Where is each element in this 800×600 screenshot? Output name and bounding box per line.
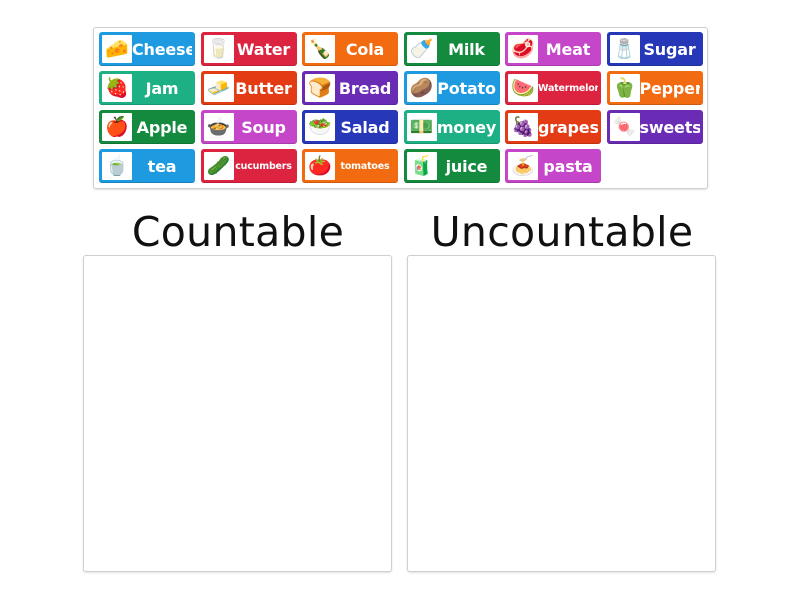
soup-icon: 🍲 bbox=[203, 113, 234, 141]
uncountable-heading: Uncountable bbox=[430, 208, 694, 256]
tile-label: cucumbers bbox=[235, 160, 292, 172]
tile-label: Butter bbox=[235, 78, 292, 98]
tile-label: Potato bbox=[437, 78, 496, 98]
countable-heading: Countable bbox=[131, 208, 345, 256]
word-tile-pepper[interactable]: 🫑 Pepper bbox=[606, 71, 703, 105]
jam-icon: 🍓 bbox=[102, 74, 132, 102]
milk-bottle-icon: 🍼 bbox=[406, 35, 437, 63]
word-tile-cheese[interactable]: 🧀 Cheese bbox=[99, 32, 195, 66]
tile-label: Cola bbox=[345, 39, 385, 59]
word-tile-meat[interactable]: 🥩 Meat bbox=[505, 32, 601, 66]
sugar-icon: 🧂 bbox=[609, 35, 640, 63]
grapes-icon: 🍇 bbox=[508, 113, 538, 141]
butter-icon: 🧈 bbox=[203, 74, 234, 102]
pasta-icon: 🍝 bbox=[508, 152, 538, 180]
word-tile-cola[interactable]: 🍾 Cola bbox=[302, 32, 398, 66]
tomato-icon: 🍅 bbox=[305, 152, 335, 180]
salad-icon: 🥗 bbox=[305, 113, 335, 141]
tile-label: Soup bbox=[241, 117, 286, 137]
tile-label: Water bbox=[236, 39, 291, 59]
tile-label: Pepper bbox=[639, 78, 700, 98]
word-tile-salad[interactable]: 🥗 Salad bbox=[302, 110, 398, 144]
juice-bottle-icon: 🧃 bbox=[406, 152, 437, 180]
word-tile-tea[interactable]: 🍵 tea bbox=[99, 149, 195, 183]
word-tile-pasta[interactable]: 🍝 pasta bbox=[505, 149, 601, 183]
word-tile-tomatoes[interactable]: 🍅 tomatoes bbox=[302, 149, 398, 183]
tile-label: Jam bbox=[145, 78, 179, 98]
money-icon: 💵 bbox=[406, 113, 437, 141]
word-tile-bread[interactable]: 🍞 Bread bbox=[302, 71, 398, 105]
tile-label: sweets bbox=[639, 117, 700, 137]
tile-label: pasta bbox=[543, 156, 593, 176]
word-tile-sweets[interactable]: 🍬 sweets bbox=[606, 110, 703, 144]
tile-label: Meat bbox=[545, 39, 591, 59]
tile-label: Apple bbox=[136, 117, 188, 137]
word-tile-milk[interactable]: 🍼 Milk bbox=[403, 32, 500, 66]
tile-label: Sugar bbox=[643, 39, 696, 59]
tile-label: Bread bbox=[338, 78, 392, 98]
word-tile-cucumbers[interactable]: 🥒 cucumbers bbox=[200, 149, 297, 183]
tile-label: Salad bbox=[340, 117, 390, 137]
word-tile-potato[interactable]: 🥔 Potato bbox=[403, 71, 500, 105]
tea-cup-icon: 🍵 bbox=[102, 152, 132, 180]
word-tile-apple[interactable]: 🍎 Apple bbox=[99, 110, 195, 144]
water-glass-icon: 🥛 bbox=[203, 35, 234, 63]
word-tile-butter[interactable]: 🧈 Butter bbox=[200, 71, 297, 105]
bread-icon: 🍞 bbox=[305, 74, 335, 102]
tile-label: tomatoes bbox=[340, 160, 390, 172]
tile-label: Cheese bbox=[132, 39, 192, 59]
word-tile-water[interactable]: 🥛 Water bbox=[200, 32, 297, 66]
tile-label: grapes bbox=[538, 117, 598, 137]
word-tile-grapes[interactable]: 🍇 grapes bbox=[505, 110, 601, 144]
tile-label: Watermelon bbox=[538, 82, 598, 94]
watermelon-icon: 🍉 bbox=[508, 74, 538, 102]
word-tile-jam[interactable]: 🍓 Jam bbox=[99, 71, 195, 105]
word-tile-money[interactable]: 💵 money bbox=[403, 110, 500, 144]
tile-label: juice bbox=[445, 156, 488, 176]
uncountable-drop-zone[interactable] bbox=[407, 255, 716, 572]
word-tile-sugar[interactable]: 🧂 Sugar bbox=[606, 32, 703, 66]
tile-label: tea bbox=[147, 156, 177, 176]
tile-label: money bbox=[436, 117, 497, 137]
cola-bottle-icon: 🍾 bbox=[305, 35, 335, 63]
tile-label: Milk bbox=[448, 39, 485, 59]
potato-icon: 🥔 bbox=[406, 74, 437, 102]
cheese-icon: 🧀 bbox=[102, 35, 132, 63]
word-tile-watermelon[interactable]: 🍉 Watermelon bbox=[505, 71, 601, 105]
apple-icon: 🍎 bbox=[102, 113, 132, 141]
meat-icon: 🥩 bbox=[508, 35, 538, 63]
pepper-icon: 🫑 bbox=[609, 74, 640, 102]
word-tile-soup[interactable]: 🍲 Soup bbox=[200, 110, 297, 144]
sweets-icon: 🍬 bbox=[609, 113, 640, 141]
cucumber-icon: 🥒 bbox=[203, 152, 234, 180]
word-tile-juice[interactable]: 🧃 juice bbox=[403, 149, 500, 183]
countable-drop-zone[interactable] bbox=[83, 255, 392, 572]
